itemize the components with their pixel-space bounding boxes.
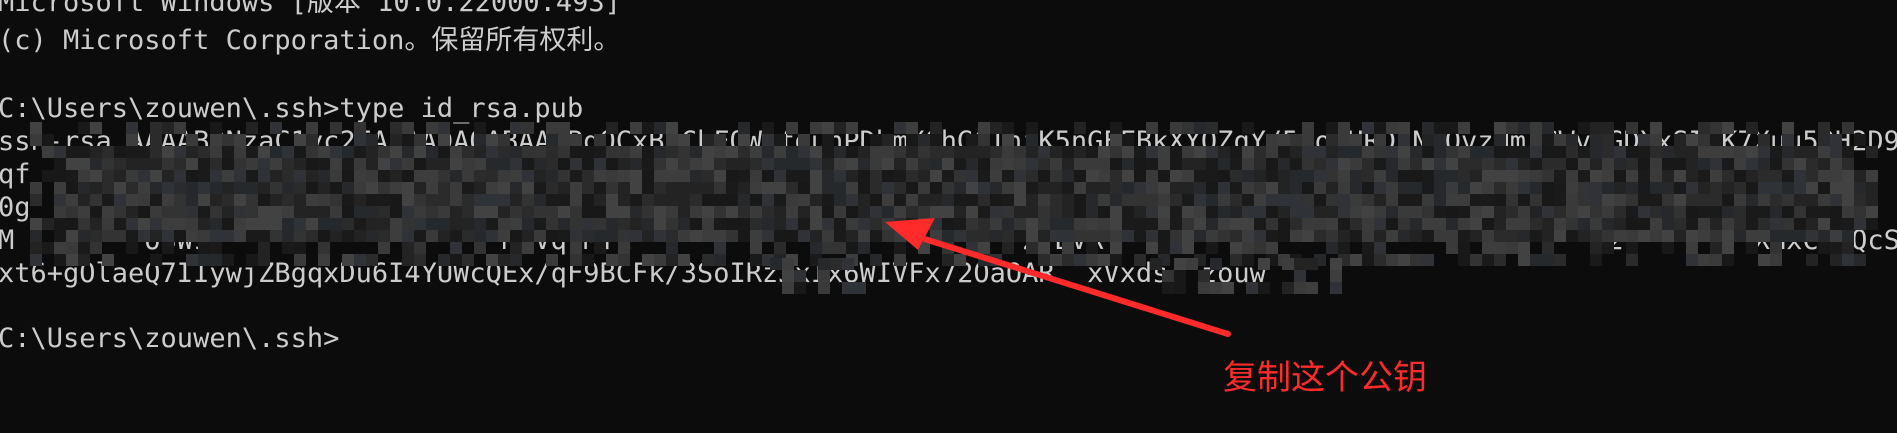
- terminal-line-version: Microsoft Windows [版本 10.0.22000.493]: [0, 0, 621, 18]
- console-window[interactable]: Microsoft Windows [版本 10.0.22000.493] (c…: [0, 0, 1897, 433]
- terminal-line-key-1: ssh-rsa AAAAB3NzaC1yc2EAAAADAQABAAABgQCx…: [0, 126, 1897, 157]
- terminal-line-key-5: xt6+gOlaeQ7IIywjZBgqxDu6I4YUWcQEx/qF9BCF…: [0, 258, 1266, 289]
- terminal-line-key-4: M 7o3W9 MkVqrMfi 2PBVR 02Y XHxCtoQcSNDoR…: [0, 225, 1897, 256]
- terminal-line-prompt[interactable]: C:\Users\zouwen\.ssh>: [0, 324, 339, 354]
- terminal-line-command: C:\Users\zouwen\.ssh>type id_rsa.pub: [0, 93, 584, 124]
- annotation-label: 复制这个公钥: [1223, 358, 1427, 398]
- terminal-line-copyright: (c) Microsoft Corporation。保留所有权利。: [0, 25, 621, 56]
- terminal-line-key-3: 0g Kn5lY 50W iyZ xd2XtuR1 JgHhnlGgG7 Q /…: [0, 192, 1787, 223]
- terminal-line-key-2: qf 1MnGaDG 9 2+JSU1FUWkp44BfRUzDE2TRFhnN…: [0, 159, 1897, 190]
